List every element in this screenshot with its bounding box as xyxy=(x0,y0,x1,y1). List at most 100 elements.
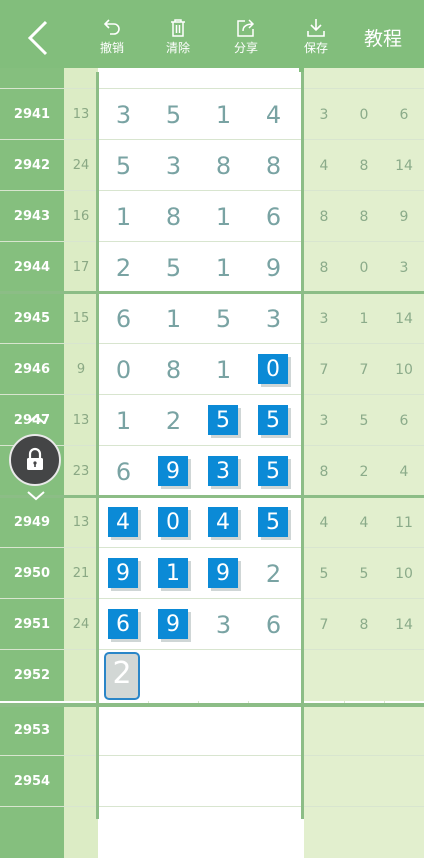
share-button[interactable]: 分享 xyxy=(226,0,266,72)
digit-cell[interactable]: 5 xyxy=(248,446,299,497)
digit-cell[interactable] xyxy=(248,756,299,807)
digit-cell[interactable] xyxy=(198,756,249,807)
digit-cell[interactable]: 1 xyxy=(148,293,199,344)
digit-cell[interactable] xyxy=(148,650,199,701)
digit-cell[interactable]: 1 xyxy=(198,344,249,395)
digit-cell[interactable]: 8 xyxy=(198,140,249,191)
highlighted-digit[interactable]: 4 xyxy=(108,507,138,537)
digit-cell[interactable] xyxy=(198,650,249,701)
tutorial-button[interactable]: 教程 xyxy=(364,24,402,51)
digit-cell[interactable]: 9 xyxy=(148,446,199,497)
digit-cell[interactable]: 5 xyxy=(198,395,249,446)
digit-cell[interactable] xyxy=(98,68,149,89)
stat-cell: 10 xyxy=(384,344,424,395)
save-button[interactable]: 保存 xyxy=(296,0,336,72)
highlighted-digit[interactable]: 9 xyxy=(108,558,138,588)
highlighted-digit[interactable]: 6 xyxy=(108,609,138,639)
digit-cell[interactable]: 4 xyxy=(198,497,249,548)
stat-cell: 8 xyxy=(304,191,344,242)
highlighted-digit[interactable]: 9 xyxy=(158,609,188,639)
highlighted-digit[interactable]: 0 xyxy=(158,507,188,537)
stat-cell: 8 xyxy=(304,446,344,497)
digit-cell[interactable]: 4 xyxy=(248,89,299,140)
digit-cell[interactable]: 1 xyxy=(198,191,249,242)
digit-cell[interactable]: 5 xyxy=(248,497,299,548)
digit-cell[interactable]: 1 xyxy=(148,548,199,599)
digit-cell[interactable] xyxy=(198,705,249,756)
digit-cell[interactable]: 1 xyxy=(198,89,249,140)
digit-cell[interactable]: 5 xyxy=(148,242,199,293)
current-input-digit[interactable]: 2 xyxy=(104,652,140,700)
digit-cell[interactable] xyxy=(148,807,199,858)
digit-cell[interactable] xyxy=(148,705,199,756)
digit-cell[interactable]: 1 xyxy=(198,242,249,293)
digit-cell[interactable]: 3 xyxy=(148,140,199,191)
digit-cell[interactable]: 3 xyxy=(98,89,149,140)
digit-cell[interactable]: 8 xyxy=(148,344,199,395)
highlighted-digit[interactable]: 5 xyxy=(208,405,238,435)
digit-cell[interactable]: 5 xyxy=(98,140,149,191)
highlighted-digit[interactable]: 4 xyxy=(208,507,238,537)
stat-cell xyxy=(304,705,344,756)
digit-cell[interactable] xyxy=(198,68,249,89)
digit-cell[interactable]: 0 xyxy=(148,497,199,548)
digit-cell[interactable]: 2 xyxy=(98,242,149,293)
digit-cell[interactable]: 6 xyxy=(98,293,149,344)
stat-cell xyxy=(344,756,384,807)
sum-cell: 24 xyxy=(64,599,98,650)
digit-cell[interactable]: 2 xyxy=(148,395,199,446)
digit-cell[interactable] xyxy=(98,807,149,858)
highlighted-digit[interactable]: 5 xyxy=(258,507,288,537)
digit-cell[interactable] xyxy=(98,756,149,807)
digit-cell[interactable]: 5 xyxy=(148,89,199,140)
digit-cell[interactable]: 8 xyxy=(248,140,299,191)
stat-cell xyxy=(344,68,384,89)
row-divider xyxy=(0,190,424,191)
digit-cell[interactable]: 9 xyxy=(198,548,249,599)
undo-icon xyxy=(103,18,120,35)
digit-cell[interactable] xyxy=(148,68,199,89)
digit-cell[interactable]: 9 xyxy=(248,242,299,293)
digit-cell[interactable]: 3 xyxy=(198,599,249,650)
digit-cell[interactable] xyxy=(248,68,299,89)
digit-cell[interactable]: 6 xyxy=(248,599,299,650)
digit-cell[interactable]: 3 xyxy=(198,446,249,497)
digit-cell[interactable] xyxy=(248,705,299,756)
digit-cell[interactable] xyxy=(248,650,299,701)
digit-cell[interactable] xyxy=(98,705,149,756)
digit-cell[interactable]: 6 xyxy=(98,446,149,497)
digit-cell[interactable]: 6 xyxy=(248,191,299,242)
digit-cell[interactable]: 0 xyxy=(98,344,149,395)
highlighted-digit[interactable]: 0 xyxy=(258,354,288,384)
digit-cell[interactable]: 0 xyxy=(248,344,299,395)
digit-cell[interactable]: 9 xyxy=(98,548,149,599)
digit-cell[interactable]: 1 xyxy=(98,395,149,446)
share-icon xyxy=(237,18,255,37)
digit-cell[interactable]: 3 xyxy=(248,293,299,344)
digit-cell[interactable]: 6 xyxy=(98,599,149,650)
digit-cell[interactable]: 2 xyxy=(248,548,299,599)
download-icon xyxy=(307,18,325,37)
digit-cell[interactable]: 5 xyxy=(248,395,299,446)
digit-cell[interactable] xyxy=(248,807,299,858)
highlighted-digit[interactable]: 5 xyxy=(258,405,288,435)
digit-cell[interactable]: 1 xyxy=(98,191,149,242)
clear-label: 清除 xyxy=(165,40,190,55)
stat-cell: 8 xyxy=(344,191,384,242)
highlighted-digit[interactable]: 5 xyxy=(258,456,288,486)
highlighted-digit[interactable]: 9 xyxy=(208,558,238,588)
clear-button[interactable]: 清除 xyxy=(158,0,198,72)
highlighted-digit[interactable]: 1 xyxy=(158,558,188,588)
highlighted-digit[interactable]: 9 xyxy=(158,456,188,486)
back-button[interactable] xyxy=(20,18,60,58)
digit-cell[interactable]: 9 xyxy=(148,599,199,650)
digit-cell[interactable]: 8 xyxy=(148,191,199,242)
digit-cell[interactable]: 4 xyxy=(98,497,149,548)
highlighted-digit[interactable]: 3 xyxy=(208,456,238,486)
digit-cell[interactable] xyxy=(198,807,249,858)
digit-cell[interactable] xyxy=(148,756,199,807)
digit-cell[interactable]: 2 xyxy=(98,650,149,701)
lock-button[interactable] xyxy=(9,434,61,486)
undo-button[interactable]: 撤销 xyxy=(92,0,132,72)
digit-cell[interactable]: 5 xyxy=(198,293,249,344)
